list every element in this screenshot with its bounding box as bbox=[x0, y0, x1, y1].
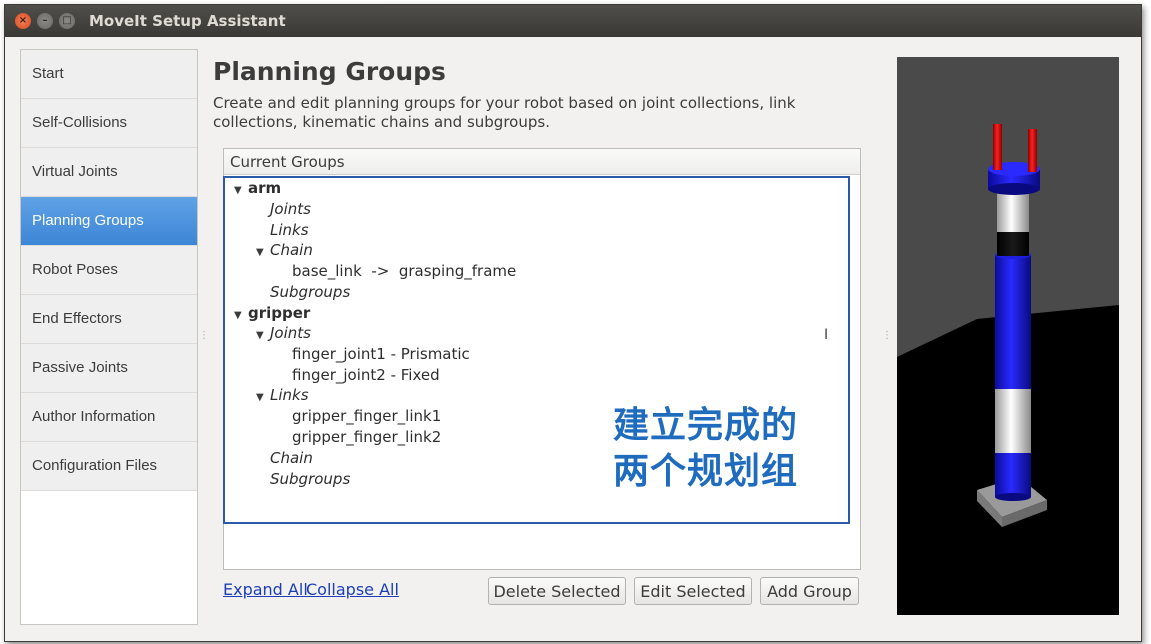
robot-segment bbox=[995, 255, 1031, 389]
sidebar-item-virtual-joints[interactable]: Virtual Joints bbox=[21, 148, 197, 197]
collapse-all-link[interactable]: Collapse All bbox=[306, 580, 399, 599]
robot-model-render bbox=[897, 57, 1119, 615]
expand-all-link[interactable]: Expand All bbox=[223, 580, 308, 599]
tree-item-gripper[interactable]: ▼ gripper bbox=[234, 303, 310, 323]
expand-arrow-icon[interactable]: ▼ bbox=[234, 306, 248, 326]
tree-item-gripper-finger-link2[interactable]: gripper_finger_link2 bbox=[292, 427, 441, 447]
text-cursor-icon: I bbox=[824, 327, 829, 343]
robot-segment bbox=[997, 232, 1029, 256]
gripper-finger bbox=[1028, 129, 1037, 172]
title-bar: × – □ MoveIt Setup Assistant bbox=[5, 5, 1141, 37]
annotation-overlay: 建立完成的 两个规划组 bbox=[613, 403, 798, 495]
robot-3d-viewport[interactable] bbox=[897, 57, 1119, 615]
tree-item-gripper-links[interactable]: ▼ Links bbox=[256, 385, 309, 405]
tree-item-arm-subgroups[interactable]: Subgroups bbox=[270, 282, 350, 302]
tree-item-arm[interactable]: ▼ arm bbox=[234, 178, 281, 198]
sidebar-item-author-information[interactable]: Author Information bbox=[21, 393, 197, 442]
sidebar-item-end-effectors[interactable]: End Effectors bbox=[21, 295, 197, 344]
delete-selected-button[interactable]: Delete Selected bbox=[488, 577, 626, 605]
robot-segment bbox=[995, 389, 1031, 453]
robot-segment bbox=[995, 453, 1031, 497]
app-window: × – □ MoveIt Setup Assistant Start Self-… bbox=[4, 4, 1142, 642]
tree-item-gripper-chain[interactable]: Chain bbox=[270, 448, 313, 468]
tree-item-gripper-finger-link1[interactable]: gripper_finger_link1 bbox=[292, 406, 441, 426]
tree-item-finger-joint2[interactable]: finger_joint2 - Fixed bbox=[292, 365, 440, 385]
annotation-line-1: 建立完成的 bbox=[613, 405, 799, 446]
maximize-window-button[interactable]: □ bbox=[59, 13, 75, 29]
expand-arrow-icon[interactable]: ▼ bbox=[256, 326, 270, 346]
tree-item-arm-chain[interactable]: ▼ Chain bbox=[256, 240, 313, 260]
expand-arrow-icon[interactable]: ▼ bbox=[234, 181, 248, 201]
current-groups-header: Current Groups bbox=[224, 149, 860, 175]
sidebar-item-passive-joints[interactable]: Passive Joints bbox=[21, 344, 197, 393]
tree-item-gripper-joints[interactable]: ▼ Joints bbox=[256, 323, 311, 343]
tree-item-arm-joints[interactable]: Joints bbox=[270, 199, 311, 219]
sidebar: Start Self-Collisions Virtual Joints Pla… bbox=[20, 49, 198, 625]
sidebar-item-robot-poses[interactable]: Robot Poses bbox=[21, 246, 197, 295]
sidebar-item-self-collisions[interactable]: Self-Collisions bbox=[21, 99, 197, 148]
window-title: MoveIt Setup Assistant bbox=[89, 12, 286, 30]
sidebar-item-start[interactable]: Start bbox=[21, 50, 197, 99]
page-title: Planning Groups bbox=[213, 57, 446, 86]
right-splitter-handle[interactable]: ⋮ bbox=[882, 330, 892, 341]
close-window-button[interactable]: × bbox=[15, 13, 31, 29]
edit-selected-button[interactable]: Edit Selected bbox=[634, 577, 752, 605]
left-splitter-handle[interactable]: ⋮ bbox=[199, 330, 209, 341]
page-description: Create and edit planning groups for your… bbox=[213, 94, 796, 131]
sidebar-item-configuration-files[interactable]: Configuration Files bbox=[21, 442, 197, 491]
add-group-button[interactable]: Add Group bbox=[760, 577, 859, 605]
tree-item-finger-joint1[interactable]: finger_joint1 - Prismatic bbox=[292, 344, 470, 364]
tree-item-arm-links[interactable]: Links bbox=[270, 220, 309, 240]
expand-arrow-icon[interactable]: ▼ bbox=[256, 243, 270, 263]
tree-item-arm-chain-value[interactable]: base_link -> grasping_frame bbox=[292, 261, 516, 281]
expand-arrow-icon[interactable]: ▼ bbox=[256, 388, 270, 408]
minimize-window-button[interactable]: – bbox=[37, 13, 53, 29]
sidebar-item-planning-groups[interactable]: Planning Groups bbox=[21, 197, 197, 246]
current-groups-panel: Current Groups ▼ arm Joints Links ▼ Chain … bbox=[223, 148, 861, 570]
tree-item-gripper-subgroups[interactable]: Subgroups bbox=[270, 469, 350, 489]
annotation-line-2: 两个规划组 bbox=[613, 451, 799, 492]
gripper-finger bbox=[993, 124, 1002, 170]
robot-segment bbox=[997, 192, 1029, 232]
